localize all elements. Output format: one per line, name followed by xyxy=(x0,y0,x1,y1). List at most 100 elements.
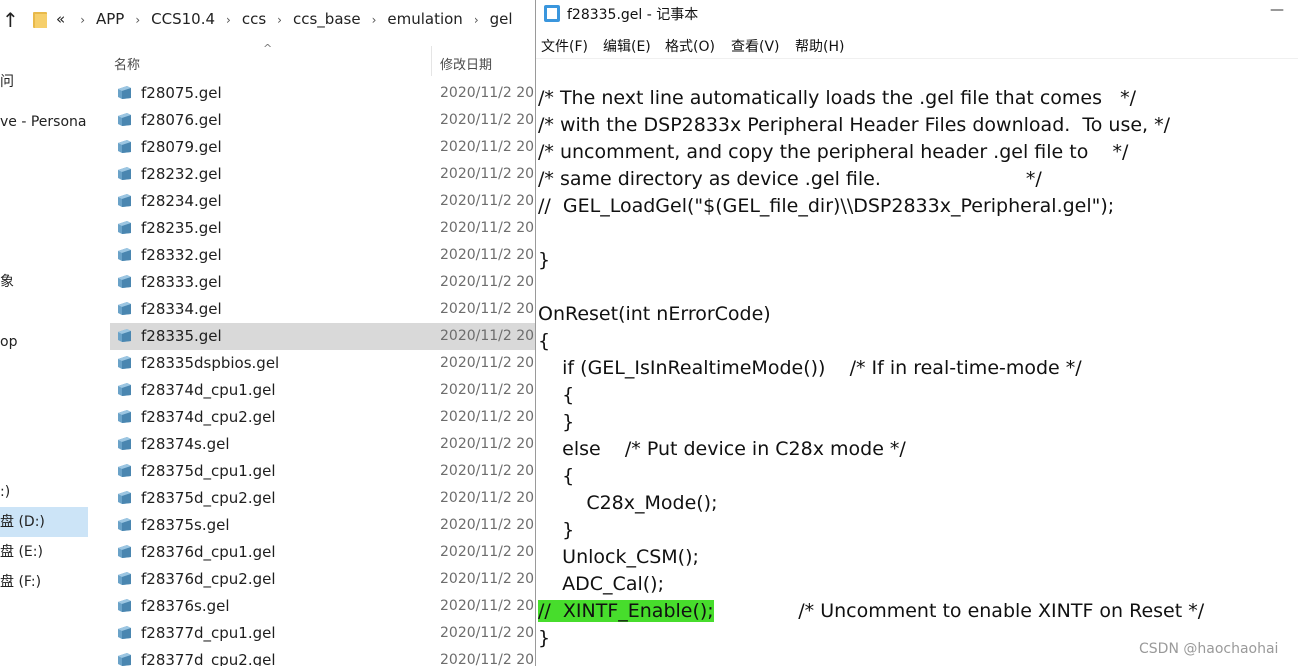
file-row[interactable]: f28333.gel 2020/11/2 20 xyxy=(110,269,535,296)
file-row[interactable]: f28375s.gel 2020/11/2 20 xyxy=(110,512,535,539)
breadcrumb-item[interactable]: gel xyxy=(490,10,513,28)
gel-file-icon xyxy=(117,355,132,370)
file-date: 2020/11/2 20 xyxy=(440,409,535,425)
chevron-right-icon[interactable]: › xyxy=(474,13,479,27)
file-row[interactable]: f28079.gel 2020/11/2 20 xyxy=(110,134,535,161)
column-name-header[interactable]: 名称 xyxy=(114,54,140,73)
file-row[interactable]: f28076.gel 2020/11/2 20 xyxy=(110,107,535,134)
file-name: f28376s.gel xyxy=(141,597,230,615)
breadcrumb-item[interactable]: « xyxy=(56,10,65,28)
file-row[interactable]: f28234.gel 2020/11/2 20 xyxy=(110,188,535,215)
nav-item[interactable]: 问 xyxy=(0,67,88,97)
file-name: f28377d_cpu1.gel xyxy=(141,624,276,642)
gel-file-icon xyxy=(117,625,132,640)
file-row[interactable]: f28332.gel 2020/11/2 20 xyxy=(110,242,535,269)
file-row[interactable]: f28335.gel 2020/11/2 20 xyxy=(110,323,535,350)
gel-file-icon xyxy=(117,85,132,100)
nav-item[interactable]: ve - Persona xyxy=(0,107,88,137)
file-date: 2020/11/2 20 xyxy=(440,247,535,263)
file-row[interactable]: f28334.gel 2020/11/2 20 xyxy=(110,296,535,323)
nav-item[interactable]: :) xyxy=(0,477,88,507)
address-bar[interactable]: ↑ « › APP › CCS10.4 › ccs › ccs_base › emulation › g… xyxy=(0,0,535,40)
chevron-right-icon[interactable]: › xyxy=(226,13,231,27)
up-arrow-icon[interactable]: ↑ xyxy=(2,8,19,32)
column-header: ^ 名称 修改日期 xyxy=(112,42,535,76)
file-date: 2020/11/2 20 xyxy=(440,598,535,614)
breadcrumb-item[interactable]: ccs_base xyxy=(293,10,361,28)
code-line: // GEL_LoadGel("$(GEL_file_dir)\\DSP2833… xyxy=(538,195,1115,217)
breadcrumb-item[interactable]: CCS10.4 xyxy=(151,10,215,28)
breadcrumb-item[interactable]: ccs xyxy=(242,10,266,28)
file-name: f28335dspbios.gel xyxy=(141,354,280,372)
file-row[interactable]: f28375d_cpu1.gel 2020/11/2 20 xyxy=(110,458,535,485)
breadcrumb-item[interactable]: APP xyxy=(96,10,124,28)
chevron-right-icon[interactable]: › xyxy=(372,13,377,27)
chevron-right-icon[interactable]: › xyxy=(80,13,85,27)
code-line: } xyxy=(538,411,575,433)
file-date: 2020/11/2 20 xyxy=(440,517,535,533)
menu-item[interactable]: 编辑(E) xyxy=(603,36,651,56)
file-date: 2020/11/2 20 xyxy=(440,355,535,371)
column-divider[interactable] xyxy=(431,46,432,76)
menu-item[interactable]: 查看(V) xyxy=(731,36,780,56)
code-line: { xyxy=(538,384,575,406)
file-name: f28334.gel xyxy=(141,300,222,318)
file-row[interactable]: f28374s.gel 2020/11/2 20 xyxy=(110,431,535,458)
menu-item[interactable]: 文件(F) xyxy=(541,36,588,56)
nav-item[interactable]: 盘 (D:) xyxy=(0,507,88,537)
gel-file-icon xyxy=(117,652,132,666)
file-row[interactable]: f28376d_cpu2.gel 2020/11/2 20 xyxy=(110,566,535,593)
file-date: 2020/11/2 20 xyxy=(440,274,535,290)
file-row[interactable]: f28377d_cpu2.gel 2020/11/2 20 xyxy=(110,647,535,666)
highlighted-text: // XINTF_Enable(); xyxy=(538,600,714,622)
file-date: 2020/11/2 20 xyxy=(440,571,535,587)
nav-item[interactable]: 盘 (E:) xyxy=(0,537,88,567)
gel-file-icon xyxy=(117,139,132,154)
file-row[interactable]: f28374d_cpu1.gel 2020/11/2 20 xyxy=(110,377,535,404)
minimize-button[interactable]: — xyxy=(1257,2,1297,26)
nav-item[interactable]: 象 xyxy=(0,267,88,297)
file-row[interactable]: f28376d_cpu1.gel 2020/11/2 20 xyxy=(110,539,535,566)
menu-item[interactable]: 格式(O) xyxy=(665,36,715,56)
nav-item[interactable]: op xyxy=(0,327,88,357)
gel-file-icon xyxy=(117,220,132,235)
code-line: } xyxy=(538,519,575,541)
nav-item[interactable]: 盘 (F:) xyxy=(0,567,88,597)
gel-file-icon xyxy=(117,328,132,343)
file-row[interactable]: f28335dspbios.gel 2020/11/2 20 xyxy=(110,350,535,377)
breadcrumb: « › APP › CCS10.4 › ccs › ccs_base › emulation › gel xyxy=(56,10,513,28)
file-name: f28234.gel xyxy=(141,192,222,210)
column-date-header[interactable]: 修改日期 xyxy=(440,54,492,73)
file-row[interactable]: f28376s.gel 2020/11/2 20 xyxy=(110,593,535,620)
file-name: f28375s.gel xyxy=(141,516,230,534)
gel-file-icon xyxy=(117,517,132,532)
file-date: 2020/11/2 20 xyxy=(440,166,535,182)
gel-file-icon xyxy=(117,193,132,208)
menu-item[interactable]: 帮助(H) xyxy=(795,36,844,56)
file-name: f28375d_cpu2.gel xyxy=(141,489,276,507)
text-editor[interactable]: /* The next line automatically loads the… xyxy=(536,58,1298,667)
file-name: f28376d_cpu1.gel xyxy=(141,543,276,561)
file-row[interactable]: f28075.gel 2020/11/2 20 xyxy=(110,80,535,107)
file-name: f28076.gel xyxy=(141,111,222,129)
file-name: f28375d_cpu1.gel xyxy=(141,462,276,480)
file-date: 2020/11/2 20 xyxy=(440,301,535,317)
file-row[interactable]: f28377d_cpu1.gel 2020/11/2 20 xyxy=(110,620,535,647)
file-name: f28079.gel xyxy=(141,138,222,156)
file-date: 2020/11/2 20 xyxy=(440,652,535,666)
gel-file-icon xyxy=(117,112,132,127)
file-row[interactable]: f28232.gel 2020/11/2 20 xyxy=(110,161,535,188)
code-line-highlighted: // XINTF_Enable(); /* Uncomment to enabl… xyxy=(538,600,1204,622)
sort-ascending-icon: ^ xyxy=(263,42,273,55)
file-date: 2020/11/2 20 xyxy=(440,382,535,398)
file-row[interactable]: f28375d_cpu2.gel 2020/11/2 20 xyxy=(110,485,535,512)
title-bar[interactable]: f28335.gel - 记事本 — xyxy=(535,0,1298,30)
file-row[interactable]: f28235.gel 2020/11/2 20 xyxy=(110,215,535,242)
file-row[interactable]: f28374d_cpu2.gel 2020/11/2 20 xyxy=(110,404,535,431)
breadcrumb-item[interactable]: emulation xyxy=(387,10,462,28)
file-name: f28232.gel xyxy=(141,165,222,183)
chevron-right-icon[interactable]: › xyxy=(135,13,140,27)
notepad-window: f28335.gel - 记事本 — 文件(F) 编辑(E) 格式(O) 查看(V) 帮… xyxy=(535,0,1298,666)
notepad-icon xyxy=(544,5,560,22)
chevron-right-icon[interactable]: › xyxy=(277,13,282,27)
